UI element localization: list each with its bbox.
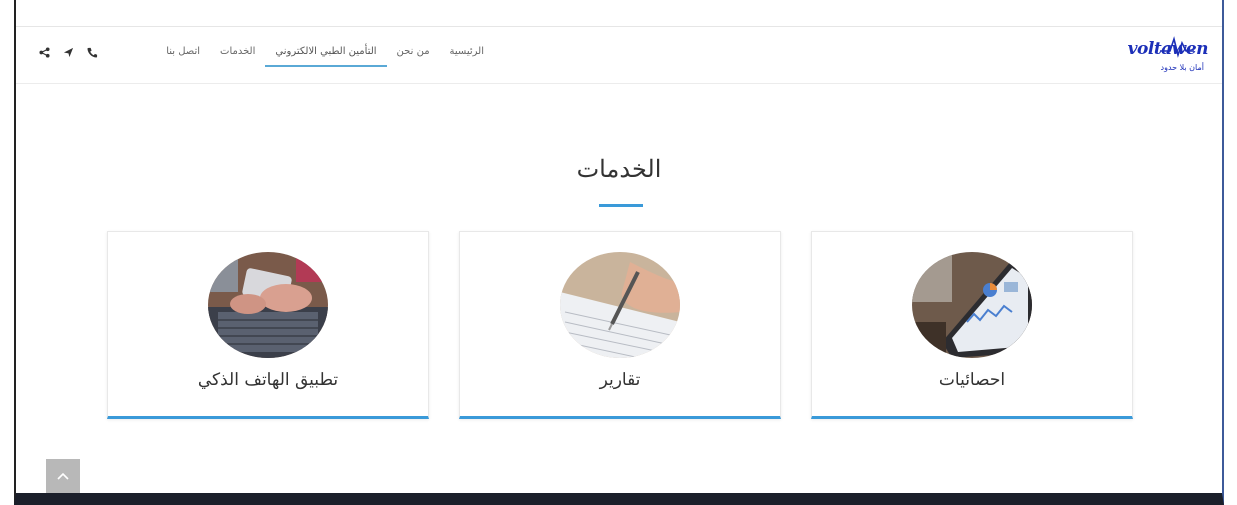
title-underline [599, 204, 643, 207]
share-icon[interactable] [38, 46, 50, 58]
main-menu: الرئيسية من نحن التأمين الطبي الالكتروني… [156, 44, 494, 67]
tablet-charts-image [912, 252, 1032, 358]
site-logo[interactable]: voltawen أمان بلا حدود [1118, 33, 1209, 81]
nav-contact[interactable]: اتصل بنا [156, 44, 210, 67]
smartphone-laptop-image [208, 252, 328, 358]
browser-viewport: voltawen أمان بلا حدود الرئيسية من نحن ا… [14, 0, 1224, 505]
nav-e-medical-insurance[interactable]: التأمين الطبي الالكتروني [265, 44, 387, 67]
send-icon[interactable] [62, 46, 74, 58]
signing-document-image [560, 252, 680, 358]
navbar: voltawen أمان بلا حدود الرئيسية من نحن ا… [16, 27, 1222, 84]
nav-icons [38, 46, 98, 58]
services-title: الخدمات [576, 155, 662, 183]
card-label: احصائيات [938, 370, 1006, 390]
nav-about[interactable]: من نحن [387, 44, 440, 67]
service-card-statistics[interactable]: احصائيات [811, 231, 1133, 419]
nav-services[interactable]: الخدمات [210, 44, 265, 67]
phone-icon[interactable] [86, 46, 98, 58]
logo-tagline: أمان بلا حدود [1160, 63, 1204, 72]
nav-home[interactable]: الرئيسية [440, 44, 494, 67]
card-label: تطبيق الهاتف الذكي [197, 370, 339, 390]
card-label: تقارير [599, 370, 641, 390]
service-card-smartphone-app[interactable]: تطبيق الهاتف الذكي [107, 231, 429, 419]
logo-wave-icon [1160, 36, 1194, 58]
service-card-reports[interactable]: تقارير [459, 231, 781, 419]
scroll-to-top-button[interactable] [46, 459, 80, 493]
chevron-up-icon [57, 472, 69, 480]
